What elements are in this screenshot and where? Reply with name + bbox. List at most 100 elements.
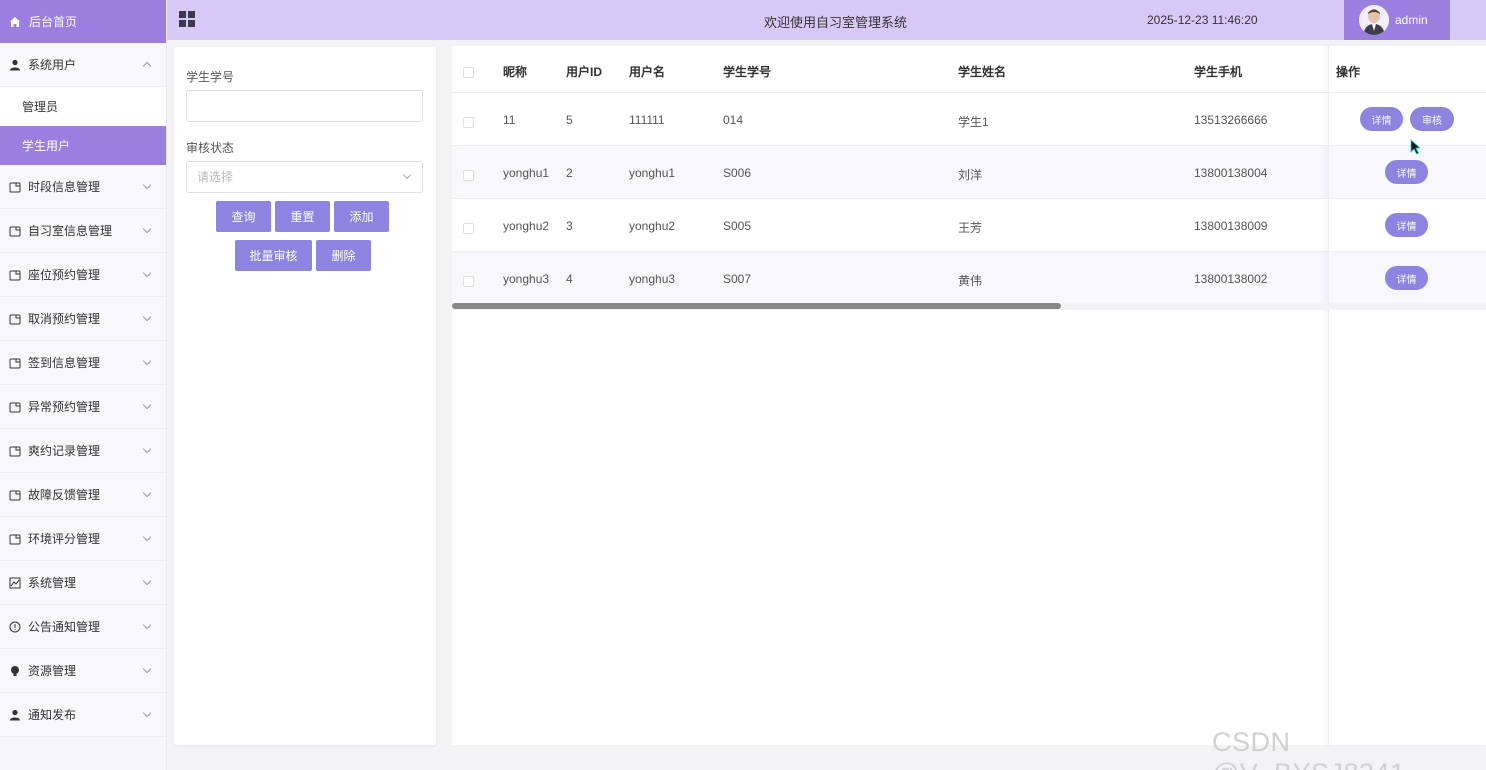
sidebar-item-label: 座位预约管理 [28, 268, 101, 282]
sidebar-item-label: 自习室信息管理 [28, 224, 113, 238]
home-icon [9, 16, 21, 28]
folder-icon [9, 533, 21, 545]
status-label: 审核状态 [186, 141, 235, 155]
sidebar-item-1[interactable]: 时段信息管理 [0, 165, 166, 209]
folder-icon [9, 357, 21, 369]
sidebar-item-11[interactable]: 公告通知管理 [0, 605, 166, 649]
sidebar-home-label: 后台首页 [29, 15, 78, 29]
table-row[interactable]: yonghu3 4 yonghu3 S007 黄伟 13800138002 详情 [452, 252, 1486, 305]
sidebar-item-label: 系统管理 [28, 576, 77, 590]
user-menu[interactable]: admin [1344, 0, 1450, 40]
sidebar-item-label: 故障反馈管理 [28, 488, 101, 502]
scrollbar-thumb[interactable] [452, 303, 1061, 309]
folder-icon [9, 225, 21, 237]
sidebar-item-8[interactable]: 故障反馈管理 [0, 473, 166, 517]
chevron-down-icon [142, 312, 152, 322]
table-header: 昵称 用户ID 用户名 学生学号 学生姓名 学生手机 操作 [452, 46, 1486, 93]
sidebar-item-home[interactable]: 后台首页 [0, 0, 166, 43]
bulb-icon [9, 665, 21, 677]
sidebar-item-label: 取消预约管理 [28, 312, 101, 326]
grid-menu-icon[interactable] [179, 11, 196, 28]
reset-button[interactable]: 重置 [275, 201, 330, 232]
data-table: 昵称 用户ID 用户名 学生学号 学生姓名 学生手机 操作 11 5 111111 0… [452, 46, 1486, 745]
status-select[interactable]: 请选择 [186, 161, 423, 193]
column-header-student-phone: 学生手机 [1194, 65, 1243, 79]
chevron-down-icon [402, 170, 412, 180]
cell-phone: 13513266666 [1194, 113, 1268, 127]
row-checkbox[interactable] [463, 276, 474, 287]
page-title: 欢迎使用自习室管理系统 [764, 15, 908, 30]
cell-phone: 13800138002 [1194, 272, 1268, 286]
cell-user-id: 4 [566, 272, 573, 286]
folder-icon [9, 489, 21, 501]
cell-name: 黄伟 [958, 274, 983, 288]
folder-icon [9, 401, 21, 413]
folder-icon [9, 181, 21, 193]
review-button[interactable]: 审核 [1410, 107, 1454, 131]
sidebar-item-7[interactable]: 爽约记录管理 [0, 429, 166, 473]
add-button[interactable]: 添加 [334, 201, 389, 232]
cell-nickname: yonghu3 [503, 272, 550, 286]
cell-student-no: S006 [723, 166, 752, 180]
user-icon [9, 709, 21, 721]
horizontal-scrollbar[interactable] [452, 303, 1486, 310]
row-checkbox[interactable] [463, 223, 474, 234]
sidebar-subitem-student-users[interactable]: 学生用户 [0, 126, 166, 165]
chevron-down-icon [142, 268, 152, 278]
table-row[interactable]: yonghu1 2 yonghu1 S006 刘洋 13800138004 详情 [452, 146, 1486, 199]
filter-panel: 学生学号 审核状态 请选择 查询 重置 添加 批量审核 删除 [174, 47, 436, 745]
status-select-placeholder: 请选择 [197, 170, 234, 184]
chevron-down-icon [142, 708, 152, 718]
chevron-down-icon [142, 224, 152, 234]
student-no-input[interactable] [186, 90, 423, 122]
row-checkbox[interactable] [463, 117, 474, 128]
delete-button[interactable]: 删除 [316, 240, 371, 271]
cell-student-no: S007 [723, 272, 752, 286]
column-header-nickname: 昵称 [503, 65, 528, 79]
chevron-down-icon [142, 488, 152, 498]
column-header-username: 用户名 [629, 65, 666, 79]
select-all-checkbox[interactable] [463, 67, 474, 78]
chevron-down-icon [142, 532, 152, 542]
student-no-label: 学生学号 [186, 70, 235, 84]
chart-icon [9, 577, 21, 589]
cell-user-id: 2 [566, 166, 573, 180]
sidebar-item-4[interactable]: 取消预约管理 [0, 297, 166, 341]
chevron-down-icon [142, 620, 152, 630]
row-checkbox[interactable] [463, 170, 474, 181]
sidebar-subitem-admin[interactable]: 管理员 [0, 87, 166, 126]
sidebar-item-label: 时段信息管理 [28, 180, 101, 194]
sidebar-item-3[interactable]: 座位预约管理 [0, 253, 166, 297]
sidebar-item-5[interactable]: 签到信息管理 [0, 341, 166, 385]
detail-button[interactable]: 详情 [1360, 107, 1403, 131]
sidebar-item-9[interactable]: 环境评分管理 [0, 517, 166, 561]
sidebar-item-label: 系统用户 [28, 58, 77, 72]
table-row[interactable]: 11 5 111111 014 学生1 13513266666 详情 审核 [452, 93, 1486, 146]
cell-phone: 13800138009 [1194, 219, 1268, 233]
cell-nickname: yonghu1 [503, 166, 550, 180]
sidebar-item-6[interactable]: 异常预约管理 [0, 385, 166, 429]
detail-button[interactable]: 详情 [1385, 213, 1428, 237]
sidebar-item-system-users[interactable]: 系统用户 [0, 43, 166, 87]
detail-button[interactable]: 详情 [1385, 160, 1428, 184]
chevron-down-icon [142, 180, 152, 190]
column-header-student-name: 学生姓名 [958, 65, 1007, 79]
chevron-down-icon [142, 400, 152, 410]
sidebar-item-10[interactable]: 系统管理 [0, 561, 166, 605]
sidebar-item-13[interactable]: 通知发布 [0, 693, 166, 737]
avatar [1359, 5, 1389, 35]
sidebar-item-label: 签到信息管理 [28, 356, 101, 370]
chevron-down-icon [142, 576, 152, 586]
sidebar-item-label: 通知发布 [28, 708, 77, 722]
sidebar-item-2[interactable]: 自习室信息管理 [0, 209, 166, 253]
username-label: admin [1395, 13, 1428, 27]
sidebar-item-12[interactable]: 资源管理 [0, 649, 166, 693]
sidebar-item-label: 异常预约管理 [28, 400, 101, 414]
sidebar-item-label: 资源管理 [28, 664, 77, 678]
cell-user-id: 5 [566, 113, 573, 127]
query-button[interactable]: 查询 [216, 201, 271, 232]
chevron-up-icon [142, 61, 152, 71]
table-row[interactable]: yonghu2 3 yonghu2 S005 王芳 13800138009 详情 [452, 199, 1486, 252]
batch-review-button[interactable]: 批量审核 [235, 240, 312, 271]
detail-button[interactable]: 详情 [1385, 266, 1428, 290]
